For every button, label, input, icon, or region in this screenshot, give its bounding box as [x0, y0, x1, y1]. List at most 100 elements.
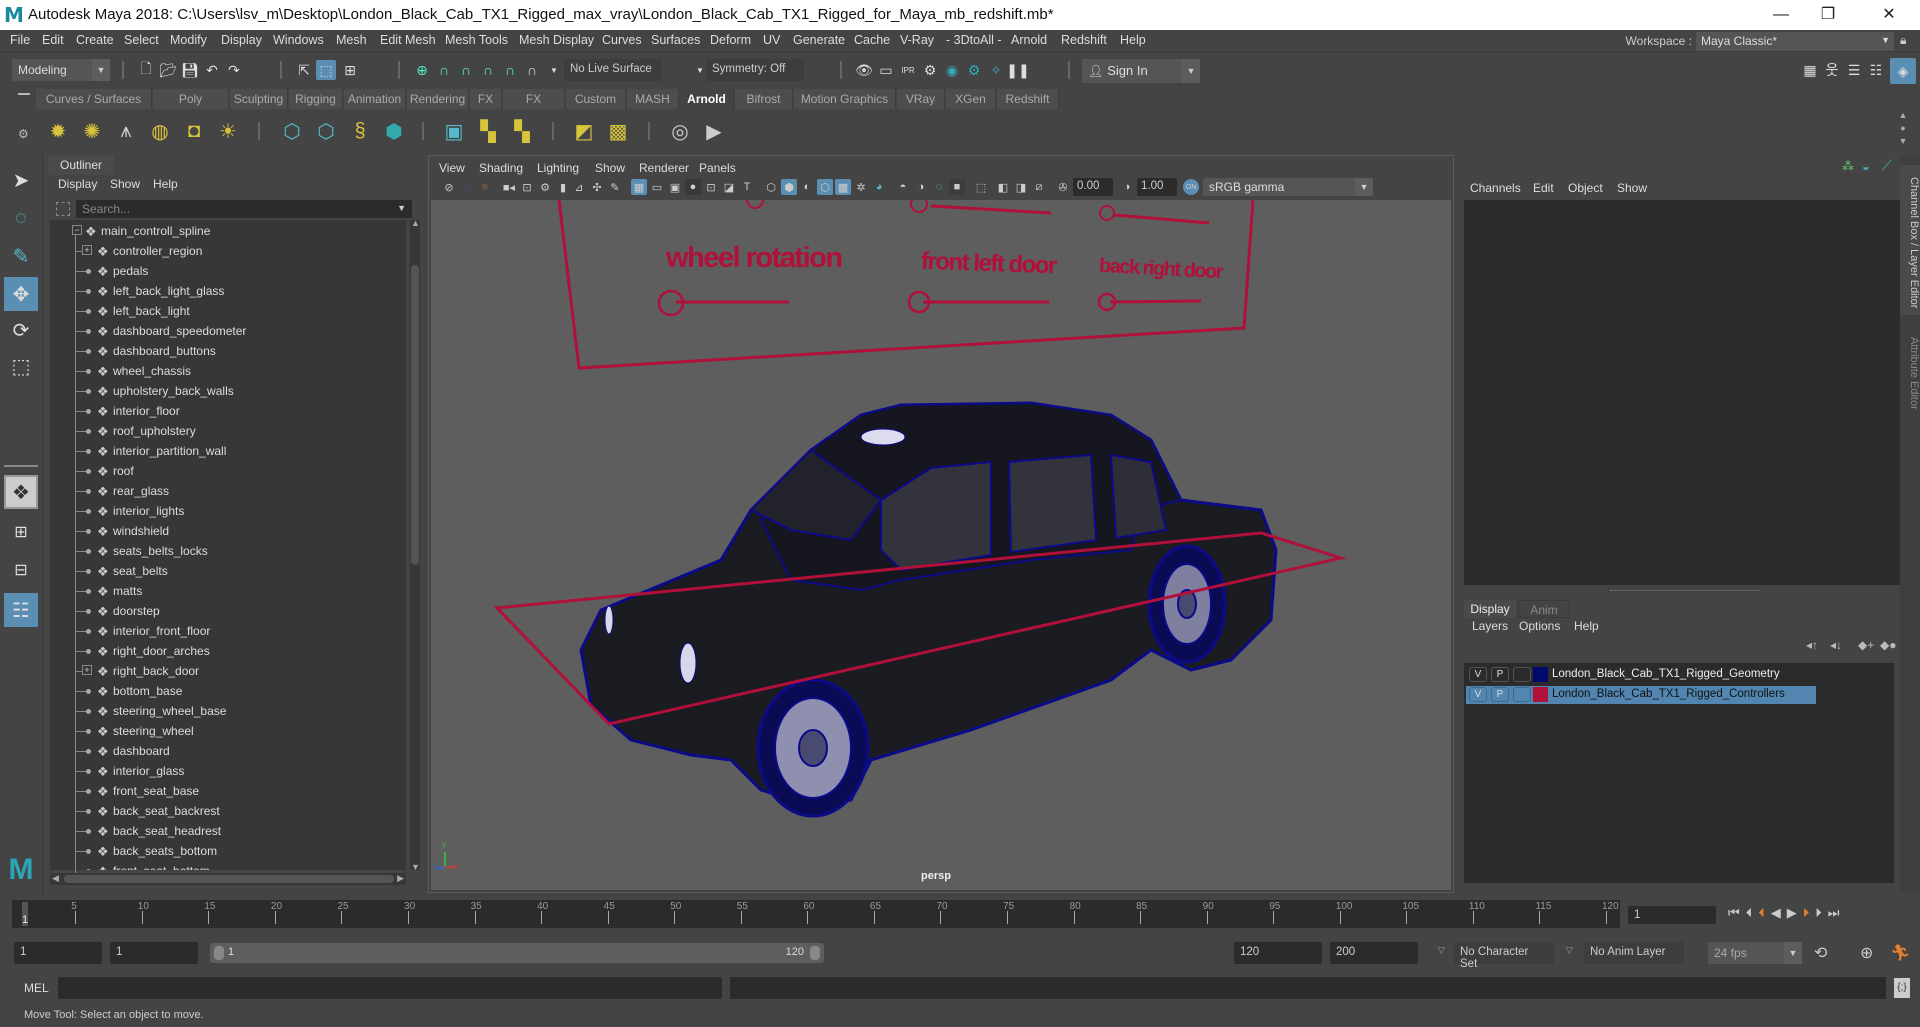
safe-title-icon[interactable]: T: [739, 179, 755, 195]
channels-menu[interactable]: Channels: [1470, 181, 1521, 195]
ambient-occlusion-icon[interactable]: ◓: [895, 179, 911, 195]
move-tool-icon[interactable]: ✥: [4, 277, 38, 311]
shelf-tab-sculpting[interactable]: Sculpting: [230, 89, 288, 109]
current-frame-field[interactable]: 1: [1628, 906, 1716, 924]
viewport-menu-lighting[interactable]: Lighting: [537, 161, 579, 175]
shelf-tab-rigging[interactable]: Rigging: [289, 89, 343, 109]
exposure-icon[interactable]: ✇: [1055, 179, 1071, 195]
range-end-handle[interactable]: [810, 946, 820, 960]
menuset-dropdown[interactable]: Modeling ▼: [12, 59, 110, 81]
outliner-item[interactable]: ❖ left_back_light_glass: [50, 281, 400, 301]
collapse-icon[interactable]: −: [72, 225, 82, 235]
xray-active-icon[interactable]: ◨: [1013, 179, 1029, 195]
auto-key-icon[interactable]: ⊕: [1860, 943, 1873, 963]
snap-view-plane-icon[interactable]: ∩: [478, 60, 498, 80]
outliner-item[interactable]: ❖ dashboard: [50, 741, 400, 761]
tx-manager-icon[interactable]: ▚: [474, 117, 502, 145]
redo-icon[interactable]: ↷: [224, 60, 244, 80]
view-transform-dropdown[interactable]: sRGB gamma ▼: [1203, 178, 1373, 196]
new-scene-icon[interactable]: 🗋: [136, 60, 156, 80]
outliner-item[interactable]: ❖ front_seat_bottom: [50, 861, 400, 870]
time-slider-track[interactable]: 1 5 10 15 20 25 30 35 40 45 50 55 60 65 70 75 80 85 90 95 1…: [12, 900, 1620, 928]
outliner-menu-show[interactable]: Show: [110, 177, 140, 191]
xray-joints-icon[interactable]: ⧄: [1031, 179, 1047, 195]
outliner-item[interactable]: ❖ dashboard_speedometer: [50, 321, 400, 341]
menu-windows[interactable]: Windows: [273, 33, 324, 47]
command-input[interactable]: [58, 977, 722, 999]
xray-icon[interactable]: ◧: [995, 179, 1011, 195]
menu-deform[interactable]: Deform: [710, 33, 751, 47]
render-view-icon[interactable]: 👁︎: [854, 60, 874, 80]
channels-show-menu[interactable]: Show: [1617, 181, 1647, 195]
viewport-menu-show[interactable]: Show: [595, 161, 625, 175]
scrollbar-thumb[interactable]: [64, 875, 394, 883]
workspace-dropdown[interactable]: Maya Classic* ▼: [1696, 32, 1894, 51]
hyperbolic-icon[interactable]: ⟋: [1882, 157, 1898, 173]
close-button[interactable]: ✕: [1866, 0, 1912, 30]
expand-icon[interactable]: +: [82, 665, 92, 675]
range-start-handle[interactable]: [214, 946, 224, 960]
outliner-menu-display[interactable]: Display: [58, 177, 97, 191]
scroll-up-icon[interactable]: ▲: [411, 218, 420, 228]
menu-3dtoall[interactable]: - 3DtoAll -: [946, 33, 1002, 47]
channel-box-manipulators-icon[interactable]: ⁂: [1842, 159, 1858, 175]
outliner-item[interactable]: ❖ steering_wheel_base: [50, 701, 400, 721]
shelf-tab-xgen[interactable]: XGen: [946, 89, 996, 109]
expand-icon[interactable]: +: [82, 245, 92, 255]
grease-pencil-icon[interactable]: ✎: [607, 179, 623, 195]
outliner-item[interactable]: ❖ bottom_base: [50, 681, 400, 701]
tool-settings-icon[interactable]: ☷: [1866, 60, 1886, 80]
select-tool-icon[interactable]: ➤: [4, 163, 38, 197]
range-bar[interactable]: 1 120: [210, 943, 824, 963]
viewport-menu-shading[interactable]: Shading: [479, 161, 523, 175]
standin-create-icon[interactable]: ⬡: [278, 117, 306, 145]
light-portal-icon[interactable]: ◘: [180, 117, 208, 145]
chevron-down-icon[interactable]: ▽: [1438, 945, 1445, 956]
play-forward-icon[interactable]: ▶: [1787, 905, 1803, 920]
outliner-item[interactable]: ❖ pedals: [50, 261, 400, 281]
gamma-icon[interactable]: ◑: [1119, 179, 1135, 195]
lasso-tool-icon[interactable]: ◌: [4, 201, 38, 235]
shelf-tab-bifrost[interactable]: Bifrost: [735, 89, 793, 109]
go-to-start-icon[interactable]: ⏮: [1728, 905, 1746, 920]
outliner-item[interactable]: ❖ right_door_arches: [50, 641, 400, 661]
outliner-item[interactable]: ❖ upholstery_back_walls: [50, 381, 400, 401]
symmetry-field[interactable]: Symmetry: Off: [706, 59, 804, 81]
wireframe-on-shaded-icon[interactable]: ⬡: [817, 179, 833, 195]
channels-object-menu[interactable]: Object: [1568, 181, 1603, 195]
new-empty-layer-icon[interactable]: ◆+: [1858, 638, 1874, 652]
menu-vray[interactable]: V-Ray: [900, 33, 934, 47]
skydome-light-icon[interactable]: ◍: [146, 117, 174, 145]
outliner-item[interactable]: ❖ matts: [50, 581, 400, 601]
menu-help[interactable]: Help: [1120, 33, 1146, 47]
light-editor-icon[interactable]: ✧: [986, 60, 1006, 80]
lock-camera-icon[interactable]: ●: [459, 179, 475, 195]
command-language-label[interactable]: MEL: [24, 981, 49, 995]
outliner-item[interactable]: ❖ wheel_chassis: [50, 361, 400, 381]
playback-end-field[interactable]: 120: [1234, 942, 1322, 964]
layer-playback-toggle[interactable]: P: [1491, 667, 1509, 682]
shelf-tab-fx-caching[interactable]: FX Caching: [503, 89, 565, 126]
new-layer-from-selected-icon[interactable]: ◆●: [1880, 638, 1896, 652]
layer-color-swatch[interactable]: [1533, 687, 1548, 702]
outliner-item[interactable]: ❖ windshield: [50, 521, 400, 541]
speed-control-icon[interactable]: ◒: [1862, 159, 1878, 175]
render-frame-icon[interactable]: ▭: [876, 60, 896, 80]
open-scene-icon[interactable]: 📂︎: [158, 60, 178, 80]
exposure-field[interactable]: 0.00: [1073, 178, 1113, 196]
playback-start-field[interactable]: 1: [110, 942, 198, 964]
shelf-tab-animation[interactable]: Animation: [344, 89, 406, 109]
menu-edit[interactable]: Edit: [42, 33, 64, 47]
shader-assign-icon[interactable]: ◩: [570, 117, 598, 145]
outliner-item[interactable]: ❖ doorstep: [50, 601, 400, 621]
two-view-layout-icon[interactable]: ⊟: [4, 553, 38, 587]
menu-modify[interactable]: Modify: [170, 33, 207, 47]
mesh-light-icon[interactable]: ✺: [78, 117, 106, 145]
rotate-tool-icon[interactable]: ⟳: [4, 313, 38, 347]
outliner-item[interactable]: ❖ rear_glass: [50, 481, 400, 501]
outliner-layout-icon[interactable]: ☷: [4, 593, 38, 627]
scroll-left-icon[interactable]: ◀: [52, 873, 59, 884]
render-view-icon[interactable]: ▣: [440, 117, 468, 145]
shelf-tab-arnold[interactable]: Arnold: [680, 89, 734, 109]
layer-tab-display[interactable]: Display: [1464, 600, 1516, 618]
